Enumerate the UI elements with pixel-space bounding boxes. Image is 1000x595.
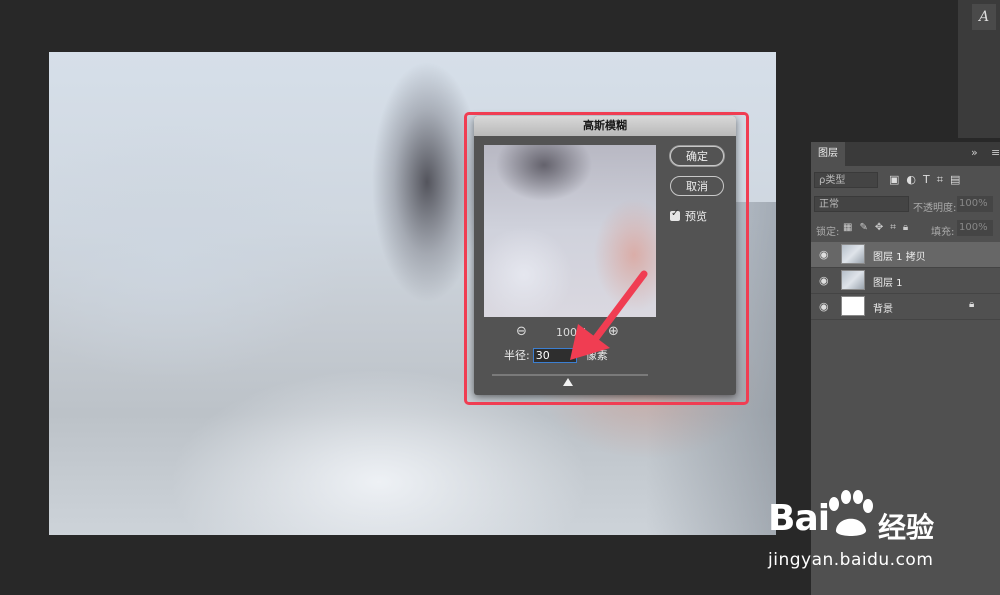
visibility-eye-icon[interactable]: ◉ [819, 248, 829, 261]
watermark-brand-cn: 经验 [878, 511, 935, 544]
layer-name: 图层 1 拷贝 [873, 252, 926, 263]
filter-row: ρ类型 ▣ ◐ T ⌗ ▤ [811, 170, 1000, 190]
tab-layers[interactable]: 图层 [811, 142, 845, 166]
baidu-watermark: Bai 经验 jingyan.baidu.com [768, 490, 968, 572]
shape-filter-icon[interactable]: ⌗ [937, 173, 943, 187]
lock-artboard-icon[interactable]: ⌗ [890, 222, 896, 233]
layer-thumbnail [841, 270, 865, 290]
layer-row[interactable]: ◉ 图层 1 拷贝 [811, 242, 1000, 268]
panel-menu-icon[interactable]: ≡ [991, 146, 1000, 159]
panel-header: 图层 » ≡ [811, 142, 1000, 166]
image-filter-icon[interactable]: ▣ [889, 173, 899, 187]
smart-object-filter-icon[interactable]: ▤ [950, 173, 960, 187]
collapse-icon[interactable]: » [971, 146, 978, 159]
layer-name: 背景 [873, 304, 893, 315]
character-panel-icon[interactable]: A [972, 4, 996, 30]
filter-kind-select[interactable]: ρ类型 [814, 172, 878, 188]
layer-lock-icon[interactable]: 🔒︎ [969, 299, 974, 310]
opacity-label: 不透明度: [913, 203, 957, 214]
layer-row[interactable]: ◉ 背景 🔒︎ [811, 294, 1000, 320]
watermark-brand: Bai [768, 498, 830, 539]
lock-position-icon[interactable]: ✥ [875, 222, 883, 233]
opacity-input[interactable]: 100% [957, 196, 993, 212]
blend-row: 正常 不透明度: 100% [811, 194, 1000, 214]
baidu-paw-icon [829, 490, 873, 536]
blend-mode-select[interactable]: 正常 [814, 196, 909, 212]
visibility-eye-icon[interactable]: ◉ [819, 274, 829, 287]
filter-icons: ▣ ◐ T ⌗ ▤ [889, 173, 960, 187]
fill-label: 填充: [931, 227, 955, 238]
lock-transparent-icon[interactable]: ▦ [843, 222, 852, 233]
lock-icons: ▦ ✎ ✥ ⌗ 🔒︎ [843, 222, 908, 233]
annotation-arrow-icon [570, 270, 648, 360]
adjustment-filter-icon[interactable]: ◐ [906, 173, 916, 187]
layer-thumbnail [841, 296, 865, 316]
visibility-eye-icon[interactable]: ◉ [819, 300, 829, 313]
lock-row: 锁定: ▦ ✎ ✥ ⌗ 🔒︎ 填充: 100% [811, 220, 1000, 238]
lock-label: 锁定: [816, 227, 840, 238]
fill-input[interactable]: 100% [957, 220, 993, 236]
layer-thumbnail [841, 244, 865, 264]
layer-row[interactable]: ◉ 图层 1 [811, 268, 1000, 294]
tools-strip: A [958, 0, 1000, 138]
lock-all-icon[interactable]: 🔒︎ [903, 222, 908, 233]
layer-name: 图层 1 [873, 278, 903, 289]
watermark-url: jingyan.baidu.com [768, 550, 934, 570]
lock-paint-icon[interactable]: ✎ [859, 222, 867, 233]
type-filter-icon[interactable]: T [923, 173, 930, 187]
